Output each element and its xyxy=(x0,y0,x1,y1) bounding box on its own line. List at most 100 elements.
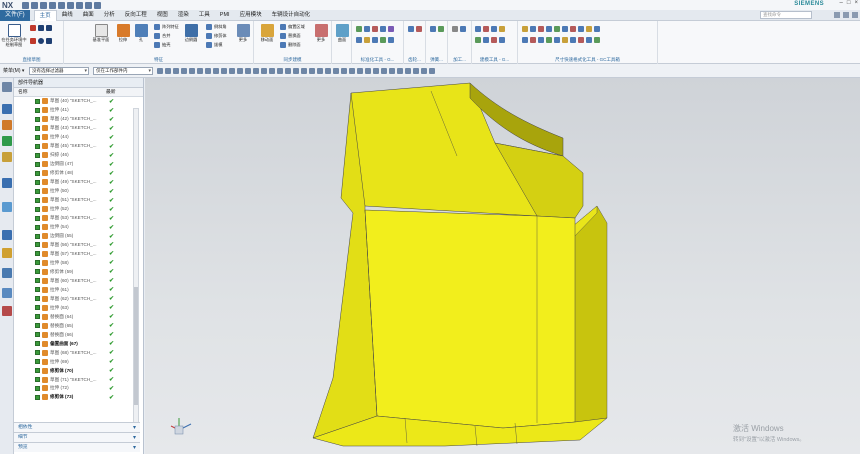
view-icon[interactable] xyxy=(365,67,371,74)
sketch-in-task-button[interactable]: 在任务环境中绘制草图 xyxy=(1,24,27,48)
tool-icon[interactable] xyxy=(388,26,394,32)
circle-icon[interactable] xyxy=(38,38,44,44)
tool-icon[interactable] xyxy=(356,37,362,43)
visibility-checkbox[interactable] xyxy=(35,296,40,302)
touch-mode-icon[interactable] xyxy=(85,1,92,9)
dimension-icon[interactable] xyxy=(562,26,568,32)
visibility-checkbox[interactable] xyxy=(35,377,40,383)
visibility-checkbox[interactable] xyxy=(35,314,40,320)
dimension-icon[interactable] xyxy=(570,37,576,43)
close-icon[interactable]: × xyxy=(854,0,858,6)
extrude-button[interactable]: 拉伸 xyxy=(114,24,132,43)
arc-icon[interactable] xyxy=(30,38,36,44)
tool-icon[interactable] xyxy=(491,37,497,43)
history-icon[interactable] xyxy=(2,230,12,240)
visibility-checkbox[interactable] xyxy=(35,341,40,347)
offset-region-button[interactable]: 偏置区域 xyxy=(280,24,305,30)
shell-button[interactable]: 抽壳 xyxy=(154,42,170,48)
visibility-checkbox[interactable] xyxy=(35,170,40,176)
command-finder-icon[interactable] xyxy=(2,306,12,316)
snap-icon[interactable] xyxy=(253,67,259,74)
tab-view[interactable]: 视图 xyxy=(152,10,173,21)
tree-row[interactable]: 修剪体 (59) ✔ xyxy=(14,267,132,276)
view-icon[interactable] xyxy=(397,67,403,74)
dimension-icon[interactable] xyxy=(594,26,600,32)
dimension-icon[interactable] xyxy=(578,37,584,43)
spring-icon[interactable] xyxy=(430,26,436,32)
snap-icon[interactable] xyxy=(325,67,331,74)
part-navigator-icon[interactable] xyxy=(2,136,12,146)
line-icon[interactable] xyxy=(46,25,52,31)
visibility-checkbox[interactable] xyxy=(35,269,40,275)
repeat-command-icon[interactable] xyxy=(76,1,83,9)
visibility-checkbox[interactable] xyxy=(35,359,40,365)
tree-row[interactable]: 草图 (51) "SKETCH_... ✔ xyxy=(14,196,132,205)
dependencies-panel[interactable]: 相依性 xyxy=(14,422,140,433)
visibility-checkbox[interactable] xyxy=(35,233,40,239)
tool-icon[interactable] xyxy=(483,26,489,32)
visibility-checkbox[interactable] xyxy=(35,368,40,374)
snap-icon[interactable] xyxy=(189,67,195,74)
snap-icon[interactable] xyxy=(293,67,299,74)
rectangle-icon[interactable] xyxy=(38,25,44,31)
dimension-icon[interactable] xyxy=(522,37,528,43)
visibility-checkbox[interactable] xyxy=(35,242,40,248)
tab-surface[interactable]: 曲面 xyxy=(78,10,99,21)
tree-row[interactable]: 拉伸 (69) ✔ xyxy=(14,357,132,366)
select-icon[interactable] xyxy=(165,67,171,74)
machining-icon[interactable] xyxy=(452,26,458,32)
surface-button[interactable]: 曲面 xyxy=(333,24,351,43)
tool-icon[interactable] xyxy=(388,37,394,43)
help-icon[interactable] xyxy=(834,12,840,18)
tab-analysis[interactable]: 分析 xyxy=(99,10,120,21)
tree-row[interactable]: 拉伸 (58) ✔ xyxy=(14,258,132,267)
view-icon[interactable] xyxy=(357,67,363,74)
tree-row[interactable]: 草图 (43) "SKETCH_... ✔ xyxy=(14,124,132,133)
tree-row[interactable]: 草图 (71) "SKETCH_... ✔ xyxy=(14,375,132,384)
dimension-icon[interactable] xyxy=(538,26,544,32)
visibility-checkbox[interactable] xyxy=(35,260,40,266)
replace-face-button[interactable]: 替换面 xyxy=(280,33,301,39)
process-studio-icon[interactable] xyxy=(2,248,12,258)
view-icon[interactable] xyxy=(373,67,379,74)
details-panel[interactable]: 细节 xyxy=(14,432,140,443)
tree-row[interactable]: 修剪体 (70) ✔ xyxy=(14,366,132,375)
visibility-checkbox[interactable] xyxy=(35,125,40,131)
visibility-checkbox[interactable] xyxy=(35,197,40,203)
delete-face-button[interactable]: 删除面 xyxy=(280,42,301,48)
tree-row[interactable]: 拉伸 (72) ✔ xyxy=(14,384,132,393)
scrollbar-thumb[interactable] xyxy=(134,287,138,405)
snap-icon[interactable] xyxy=(237,67,243,74)
view-icon[interactable] xyxy=(389,67,395,74)
tree-row[interactable]: 边倒圆 (47) ✔ xyxy=(14,160,132,169)
snap-icon[interactable] xyxy=(261,67,267,74)
tree-row[interactable]: 草图 (56) "SKETCH_... ✔ xyxy=(14,241,132,250)
dimension-icon[interactable] xyxy=(530,26,536,32)
move-face-button[interactable]: 移动面 xyxy=(258,24,276,43)
tool-icon[interactable] xyxy=(380,37,386,43)
visibility-checkbox[interactable] xyxy=(35,305,40,311)
tab-tools[interactable]: 工具 xyxy=(194,10,215,21)
view-icon[interactable] xyxy=(421,67,427,74)
snap-icon[interactable] xyxy=(245,67,251,74)
spring-icon[interactable] xyxy=(438,26,444,32)
file-menu-tab[interactable]: 文件(F) xyxy=(0,9,30,21)
tab-applications[interactable]: 应用模块 xyxy=(235,10,267,21)
visibility-checkbox[interactable] xyxy=(35,107,40,113)
dimension-icon[interactable] xyxy=(530,37,536,43)
visibility-checkbox[interactable] xyxy=(35,134,40,140)
dimension-icon[interactable] xyxy=(538,37,544,43)
array-feature-button[interactable]: 阵列特征 xyxy=(154,24,179,30)
visibility-checkbox[interactable] xyxy=(35,161,40,167)
tool-icon[interactable] xyxy=(364,37,370,43)
redo-icon[interactable] xyxy=(40,1,47,9)
tree-row[interactable]: 替换面 (65) ✔ xyxy=(14,321,132,330)
visibility-checkbox[interactable] xyxy=(35,251,40,257)
machining-icon[interactable] xyxy=(460,26,466,32)
visibility-checkbox[interactable] xyxy=(35,206,40,212)
visibility-checkbox[interactable] xyxy=(35,98,40,104)
tree-row[interactable]: 替换面 (64) ✔ xyxy=(14,312,132,321)
selection-scope-dropdown[interactable]: 仅在工作部件内 xyxy=(93,66,153,75)
tool-icon[interactable] xyxy=(372,26,378,32)
tree-row[interactable]: 拉伸 (44) ✔ xyxy=(14,133,132,142)
